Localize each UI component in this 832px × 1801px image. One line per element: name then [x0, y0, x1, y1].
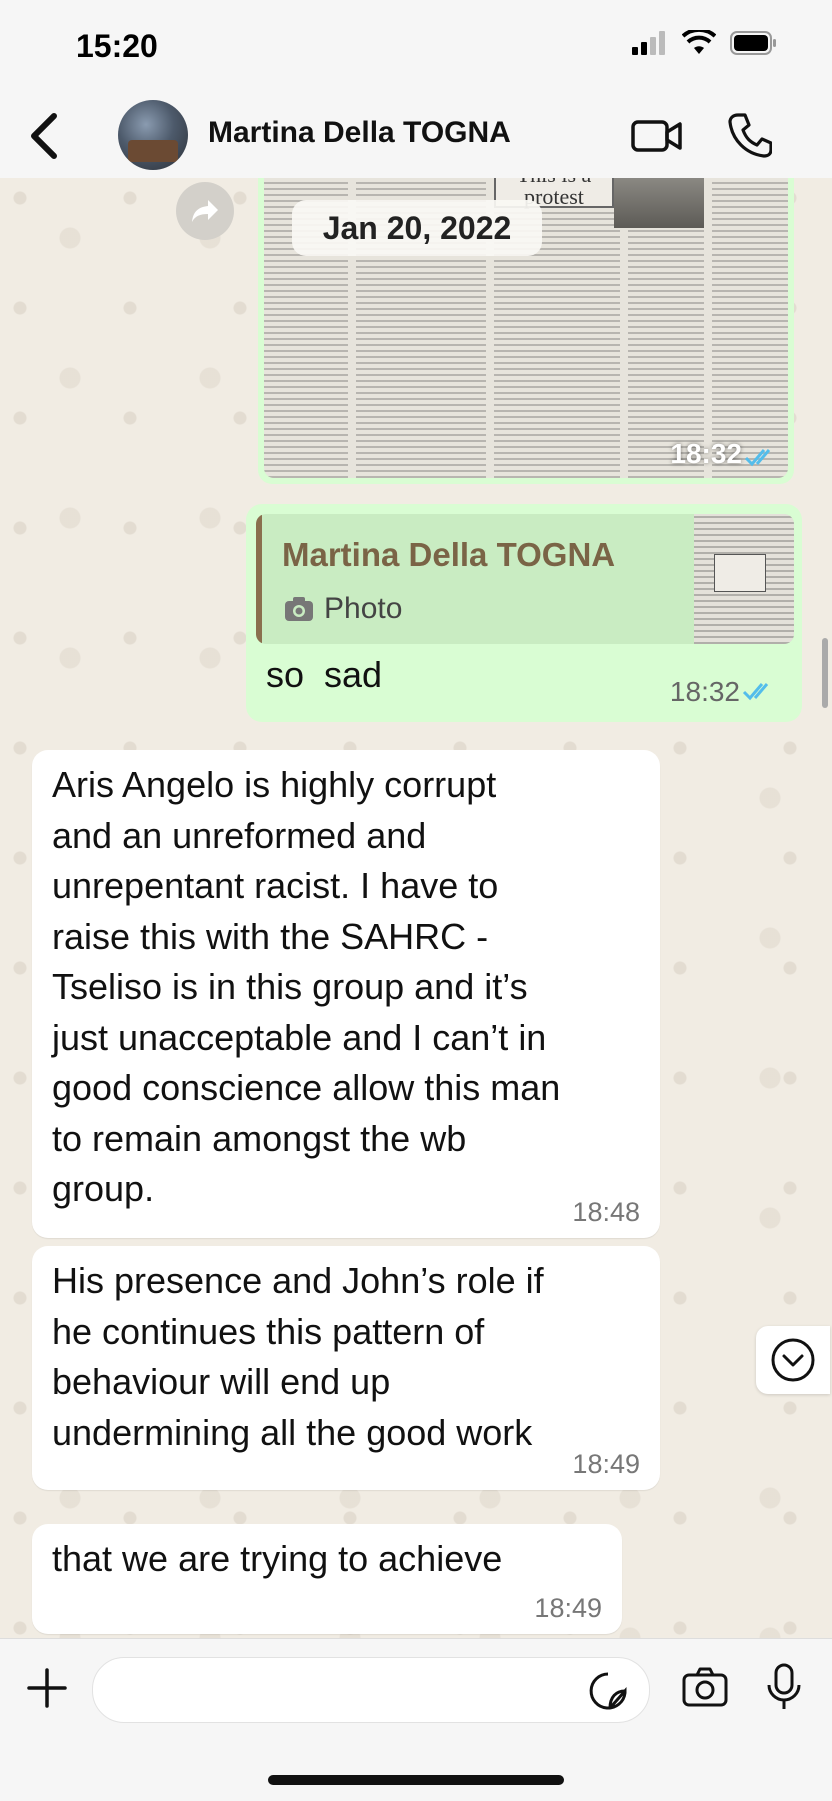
incoming-message[interactable]: Aris Angelo is highly corrupt and an unr… — [32, 750, 660, 1238]
message-input[interactable] — [92, 1657, 650, 1723]
message-time: 18:48 — [572, 1197, 640, 1227]
wifi-icon — [682, 30, 716, 54]
message-time: 18:32 — [670, 438, 742, 469]
phone-icon — [728, 113, 773, 158]
reply-message[interactable]: Martina Della TOGNA Photo so sad 18:32 — [246, 504, 802, 722]
newspaper-inset-photo — [614, 178, 704, 228]
status-time: 15:20 — [76, 28, 158, 64]
back-icon — [31, 113, 57, 159]
quoted-thumbnail — [694, 514, 794, 644]
quoted-type-row: Photo — [284, 592, 402, 626]
sticker-button[interactable] — [588, 1671, 628, 1716]
chat-header: Martina Della TOGNA — [0, 96, 832, 179]
message-time: 18:49 — [572, 1449, 640, 1479]
message-text: that we are trying to achieve — [52, 1538, 503, 1579]
read-receipt-icon — [744, 449, 771, 467]
quoted-sender: Martina Della TOGNA — [282, 536, 616, 573]
status-bar: 15:20 — [0, 0, 832, 96]
sticker-icon — [589, 1672, 627, 1710]
attach-button[interactable] — [24, 1665, 70, 1716]
message-time: 18:49 — [534, 1593, 602, 1623]
message-text: His presence and John’s role if he conti… — [52, 1260, 544, 1453]
video-call-icon — [631, 120, 682, 152]
status-icons — [632, 30, 778, 56]
video-call-button[interactable] — [630, 116, 684, 161]
scroll-indicator[interactable] — [822, 638, 828, 708]
message-input-bar — [0, 1638, 832, 1801]
quoted-type-label: Photo — [324, 592, 403, 625]
message-text: Aris Angelo is highly corrupt and an unr… — [52, 764, 561, 1209]
camera-button[interactable] — [682, 1667, 728, 1712]
chevron-down-icon — [771, 1338, 815, 1382]
forward-button[interactable] — [176, 182, 234, 240]
message-text: so sad — [266, 654, 383, 695]
back-button[interactable] — [26, 110, 62, 167]
voice-call-button[interactable] — [728, 112, 773, 163]
date-separator: Jan 20, 2022 — [292, 200, 542, 256]
microphone-icon — [767, 1663, 801, 1709]
camera-icon — [682, 1667, 728, 1707]
message-time: 18:32 — [669, 676, 740, 707]
battery-icon — [730, 31, 776, 55]
incoming-message[interactable]: that we are trying to achieve 18:49 — [32, 1524, 622, 1634]
cellular-signal-icon — [632, 31, 665, 55]
read-receipt-icon — [742, 683, 769, 701]
contact-avatar[interactable] — [118, 100, 188, 170]
home-indicator[interactable] — [268, 1775, 564, 1785]
camera-icon — [285, 597, 313, 621]
plus-icon — [27, 1668, 67, 1708]
incoming-message[interactable]: His presence and John’s role if he conti… — [32, 1246, 660, 1490]
quoted-message[interactable]: Martina Della TOGNA Photo — [256, 514, 794, 644]
contact-name[interactable]: Martina Della TOGNA — [208, 116, 511, 150]
chat-area[interactable]: This is a protest 18:32 Jan 20, 2022 Mar… — [0, 178, 832, 1638]
microphone-button[interactable] — [766, 1663, 802, 1716]
forward-icon — [192, 200, 218, 222]
scroll-to-bottom-button[interactable] — [756, 1326, 830, 1394]
quote-accent-bar — [256, 514, 262, 644]
